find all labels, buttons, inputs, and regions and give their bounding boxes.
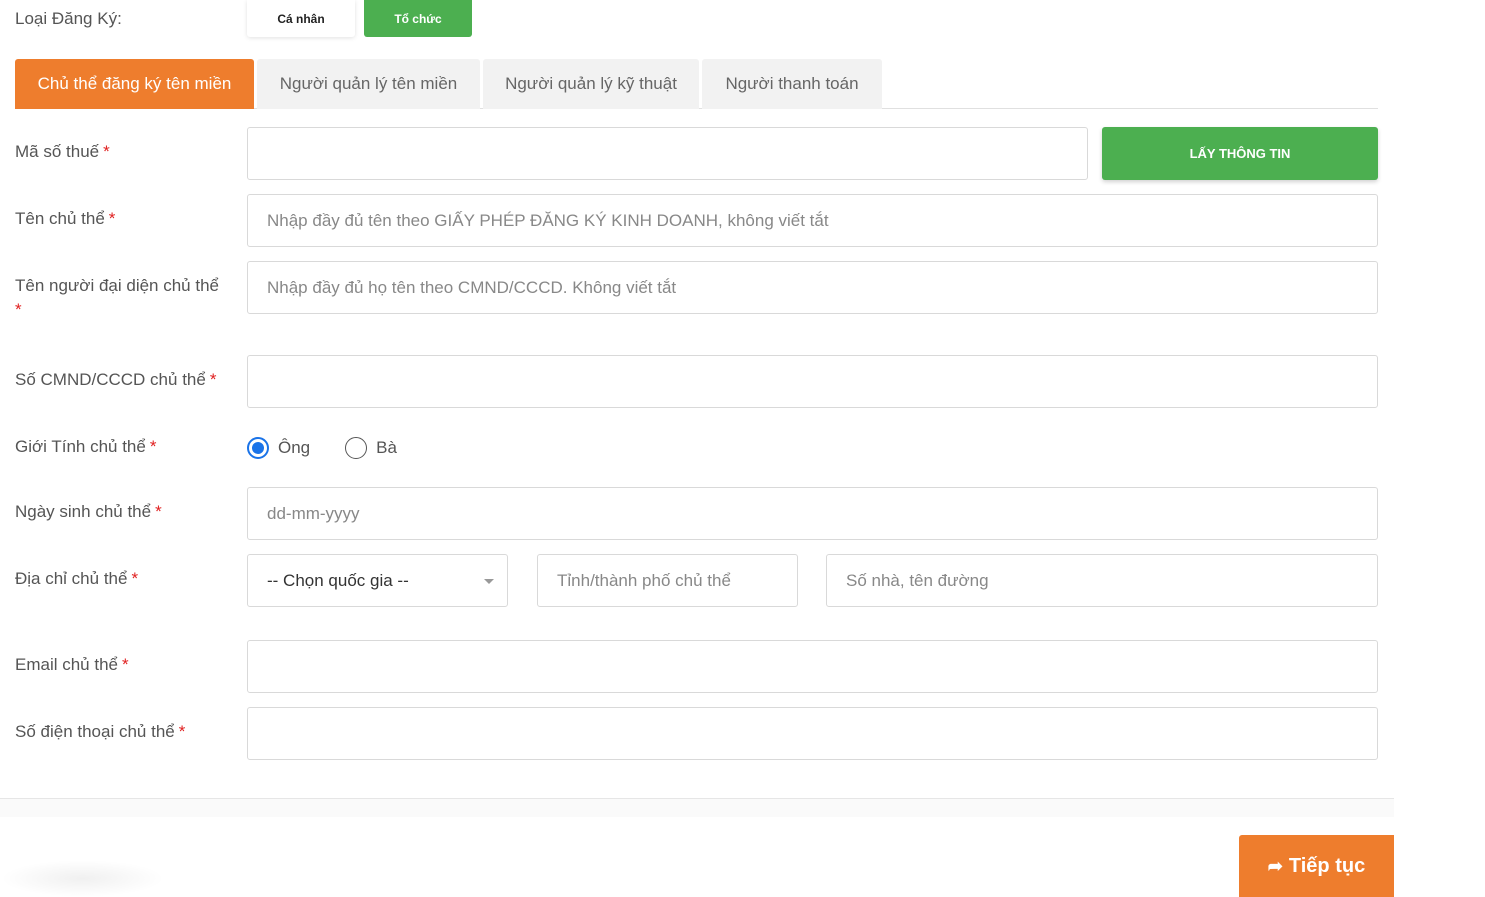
contact-tabs: Chủ thể đăng ký tên miền Người quản lý t… — [15, 59, 1378, 109]
organization-type-button[interactable]: Tổ chức — [364, 0, 472, 37]
footer-strip — [0, 799, 1394, 817]
gender-label: Giới Tính chủ thể * — [15, 437, 157, 456]
phone-input[interactable] — [247, 707, 1378, 760]
phone-label: Số điện thoại chủ thể * — [15, 722, 186, 741]
owner-name-label: Tên chủ thể * — [15, 209, 116, 228]
get-info-button[interactable]: LẤY THÔNG TIN — [1102, 127, 1378, 180]
share-arrow-icon: ➦ — [1267, 855, 1283, 876]
address-label: Địa chỉ chủ thể * — [15, 569, 139, 588]
representative-name-input[interactable] — [247, 261, 1378, 314]
owner-name-input[interactable] — [247, 194, 1378, 247]
city-input[interactable] — [537, 554, 798, 607]
tab-domain-owner[interactable]: Chủ thể đăng ký tên miền — [15, 59, 254, 109]
required-mark: * — [108, 209, 116, 228]
gender-option-label: Ông — [278, 438, 311, 457]
required-mark: * — [103, 142, 110, 161]
radio-selected-dot — [252, 442, 264, 454]
email-label: Email chủ thể * — [15, 655, 129, 674]
registration-type-label: Loại Đăng Ký: — [15, 9, 122, 28]
continue-button[interactable]: ➦ Tiếp tục — [1239, 835, 1394, 897]
tab-billing-contact[interactable]: Người thanh toán — [702, 59, 882, 109]
required-mark: * — [209, 370, 217, 389]
blurred-area — [0, 860, 165, 897]
gender-radio-mr[interactable] — [247, 437, 269, 459]
required-mark: * — [178, 722, 186, 741]
required-mark: * — [149, 437, 157, 456]
gender-radio-mrs[interactable] — [345, 437, 368, 459]
street-input[interactable] — [826, 554, 1378, 607]
id-number-input[interactable] — [247, 355, 1378, 408]
representative-name-label: Tên người đại diện chủ thể * — [15, 273, 230, 321]
individual-type-button[interactable]: Cá nhân — [247, 0, 355, 37]
birthdate-label: Ngày sinh chủ thể * — [15, 502, 162, 521]
tab-domain-manager[interactable]: Người quản lý tên miền — [257, 59, 480, 109]
id-number-label: Số CMND/CCCD chủ thể * — [15, 370, 217, 389]
chevron-down-icon — [484, 579, 494, 584]
email-input[interactable] — [247, 640, 1378, 693]
country-select[interactable]: -- Chọn quốc gia -- — [247, 554, 508, 607]
required-mark: * — [131, 569, 139, 588]
required-mark: * — [155, 502, 162, 521]
tab-technical-manager[interactable]: Người quản lý kỹ thuật — [483, 59, 699, 109]
continue-button-label: Tiếp tục — [1288, 854, 1366, 877]
required-mark: * — [15, 300, 22, 319]
gender-radio-group: Ông Bà — [247, 436, 432, 460]
tax-code-label: Mã số thuế * — [15, 142, 110, 161]
tax-code-input[interactable] — [247, 127, 1088, 180]
birthdate-input[interactable] — [247, 487, 1378, 540]
gender-option-label: Bà — [376, 438, 397, 457]
country-select-value: -- Chọn quốc gia -- — [267, 570, 409, 590]
required-mark: * — [122, 655, 129, 674]
